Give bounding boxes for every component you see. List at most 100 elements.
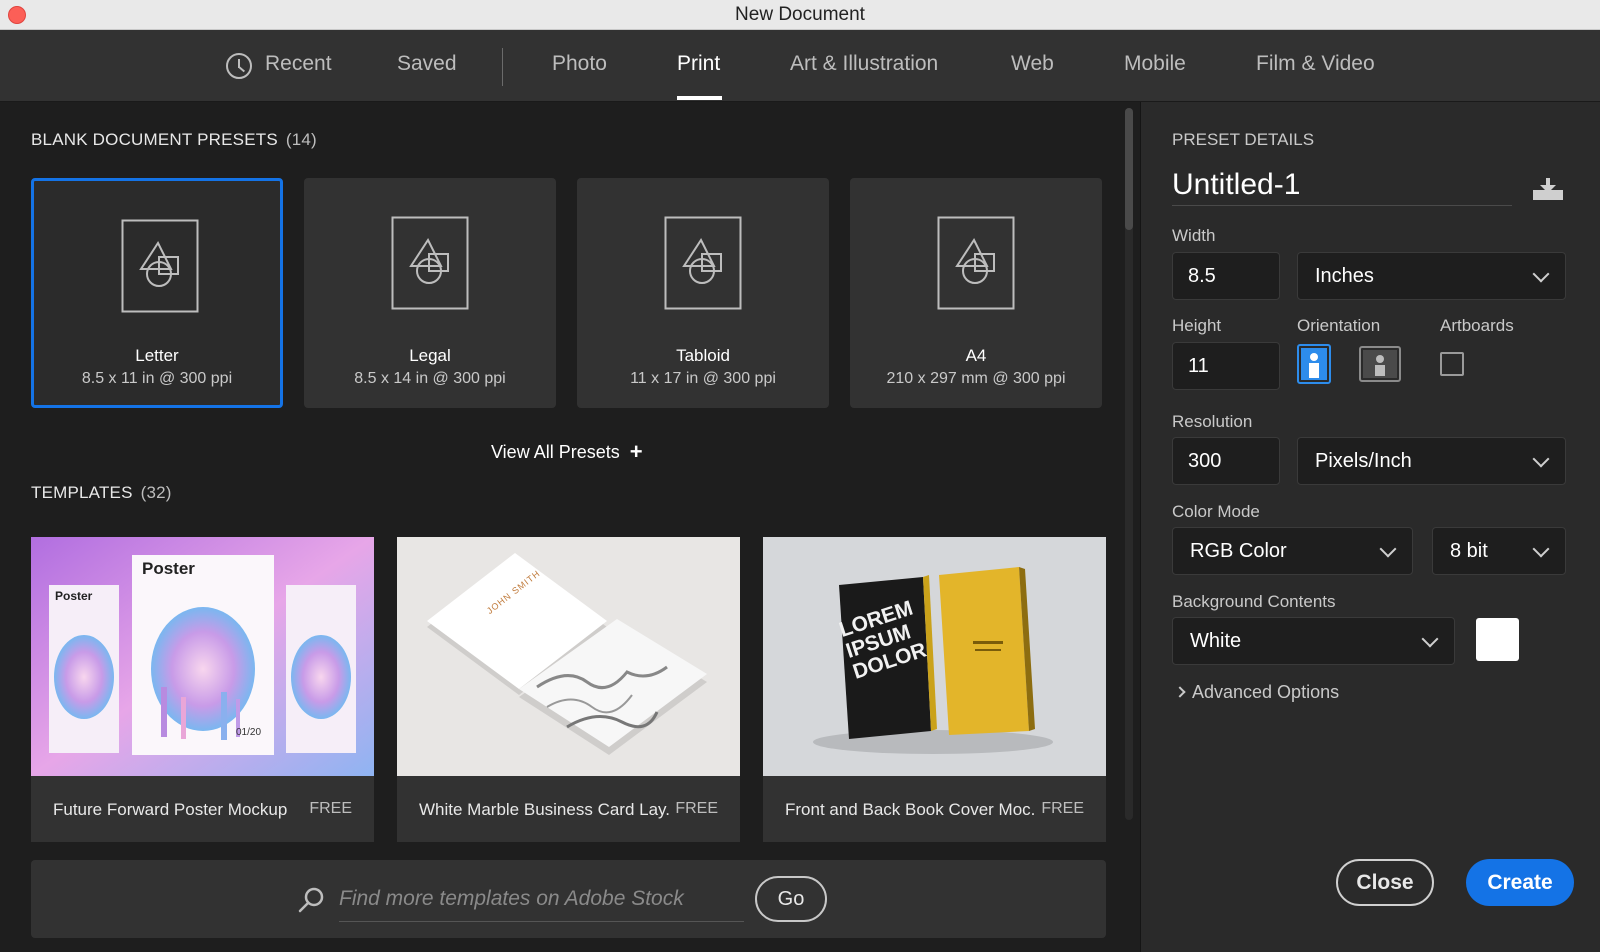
template-thumbnail: JOHN SMITH: [397, 537, 740, 776]
preset-size: 8.5 x 11 in @ 300 ppi: [81, 370, 233, 387]
document-icon: [937, 216, 1015, 310]
background-color-swatch[interactable]: [1476, 618, 1519, 661]
document-icon: [121, 219, 199, 313]
search-icon: [298, 887, 324, 913]
landscape-icon: [1363, 350, 1397, 378]
chevron-down-icon: [1532, 265, 1550, 283]
template-badge: FREE: [309, 800, 352, 817]
plus-icon: +: [629, 439, 643, 464]
preset-name: Legal: [409, 346, 451, 365]
preset-a4[interactable]: A4 210 x 297 mm @ 300 ppi: [850, 178, 1102, 408]
tab-art-illustration[interactable]: Art & Illustration: [790, 52, 938, 76]
tab-mobile[interactable]: Mobile: [1124, 52, 1186, 76]
preset-size: 210 x 297 mm @ 300 ppi: [886, 370, 1066, 387]
portrait-icon: [1301, 348, 1327, 380]
tab-saved[interactable]: Saved: [397, 52, 457, 76]
title-bar: New Document: [0, 0, 1600, 30]
preset-name: Letter: [135, 346, 179, 365]
presets-title: BLANK DOCUMENT PRESETS: [31, 130, 278, 149]
tab-photo[interactable]: Photo: [552, 52, 607, 76]
stock-search-bar: Go: [31, 860, 1106, 938]
height-label: Height: [1172, 316, 1222, 335]
preset-size: 11 x 17 in @ 300 ppi: [630, 370, 776, 387]
chevron-down-icon: [1532, 540, 1550, 558]
presets-count: (14): [285, 130, 317, 149]
color-mode-select[interactable]: RGB Color: [1172, 527, 1413, 575]
preset-size: 8.5 x 14 in @ 300 ppi: [354, 370, 506, 387]
preset-letter[interactable]: Letter 8.5 x 11 in @ 300 ppi: [31, 178, 283, 408]
tab-divider: [502, 48, 503, 86]
document-name-input[interactable]: [1172, 164, 1512, 206]
presets-scrollbar[interactable]: [1125, 108, 1133, 820]
width-unit-select[interactable]: Inches: [1297, 252, 1566, 300]
templates-title: TEMPLATES: [31, 483, 133, 502]
resolution-unit-value: Pixels/Inch: [1315, 450, 1412, 472]
template-card-book[interactable]: LOREM IPSUM DOLOR Front and Back Book Co…: [763, 537, 1106, 842]
tab-recent[interactable]: Recent: [265, 52, 332, 76]
background-contents-select[interactable]: White: [1172, 617, 1455, 665]
window-title: New Document: [735, 4, 865, 25]
width-label: Width: [1172, 226, 1216, 245]
template-badge: FREE: [1041, 800, 1084, 817]
presets-heading: BLANK DOCUMENT PRESETS (14): [31, 130, 317, 150]
resolution-label: Resolution: [1172, 412, 1253, 431]
thumb-poster-label-small: Poster: [55, 589, 93, 603]
template-badge: FREE: [675, 800, 718, 817]
preset-details-title: PRESET DETAILS: [1172, 130, 1315, 149]
clock-icon[interactable]: [226, 53, 252, 79]
template-name: Future Forward Poster Mockup: [53, 800, 288, 819]
close-button[interactable]: Close: [1336, 859, 1434, 906]
template-thumbnail: Poster Poster 01/20: [31, 537, 374, 776]
go-button[interactable]: Go: [755, 876, 827, 922]
preset-legal[interactable]: Legal 8.5 x 14 in @ 300 ppi: [304, 178, 556, 408]
color-mode-value: RGB Color: [1190, 540, 1287, 562]
templates-count: (32): [140, 483, 172, 502]
stock-search-input[interactable]: [339, 876, 744, 922]
category-tab-bar: Recent Saved Photo Print Art & Illustrat…: [0, 30, 1600, 102]
background-contents-label: Background Contents: [1172, 592, 1336, 611]
landscape-orientation-button[interactable]: [1359, 346, 1401, 382]
template-name: White Marble Business Card Lay...: [419, 800, 669, 819]
preset-name: A4: [965, 346, 987, 365]
artboards-label: Artboards: [1440, 316, 1514, 335]
view-all-label: View All Presets: [491, 442, 620, 462]
templates-heading: TEMPLATES (32): [31, 483, 172, 503]
thumb-poster-date: 01/20: [236, 727, 262, 738]
create-button[interactable]: Create: [1466, 859, 1574, 906]
active-tab-indicator: [677, 96, 722, 100]
tab-print[interactable]: Print: [677, 52, 720, 76]
tab-web[interactable]: Web: [1011, 52, 1054, 76]
view-all-presets-link[interactable]: View All Presets +: [491, 439, 643, 465]
preset-details-panel: PRESET DETAILS Width 8.5 Inches Height O…: [1140, 102, 1600, 952]
presets-panel: BLANK DOCUMENT PRESETS (14) Letter 8.5 x …: [0, 102, 1140, 952]
advanced-options-label: Advanced Options: [1192, 682, 1340, 702]
preset-name: Tabloid: [676, 346, 730, 365]
tab-film-video[interactable]: Film & Video: [1256, 52, 1375, 76]
width-unit-value: Inches: [1315, 265, 1374, 287]
height-input[interactable]: 11: [1172, 342, 1280, 390]
chevron-down-icon: [1532, 450, 1550, 468]
chevron-right-icon: [1174, 686, 1186, 698]
preset-tabloid[interactable]: Tabloid 11 x 17 in @ 300 ppi: [577, 178, 829, 408]
template-card-poster[interactable]: Poster Poster 01/20 Future Forward Poste…: [31, 537, 374, 842]
portrait-orientation-button[interactable]: [1297, 344, 1331, 384]
color-mode-label: Color Mode: [1172, 502, 1260, 521]
resolution-unit-select[interactable]: Pixels/Inch: [1297, 437, 1566, 485]
advanced-options-toggle[interactable]: Advanced Options: [1174, 682, 1340, 703]
template-card-business[interactable]: JOHN SMITH White Marble Business Card La…: [397, 537, 740, 842]
template-thumbnail: LOREM IPSUM DOLOR: [763, 537, 1106, 776]
bit-depth-select[interactable]: 8 bit: [1432, 527, 1566, 575]
chevron-down-icon: [1379, 540, 1397, 558]
resolution-input[interactable]: 300: [1172, 437, 1280, 485]
artboards-checkbox[interactable]: [1440, 352, 1464, 376]
save-preset-icon[interactable]: [1531, 176, 1565, 202]
thumb-poster-label: Poster: [142, 559, 195, 578]
template-name: Front and Back Book Cover Moc...: [785, 800, 1035, 819]
chevron-down-icon: [1421, 630, 1439, 648]
document-icon: [664, 216, 742, 310]
orientation-label: Orientation: [1297, 316, 1381, 335]
background-contents-value: White: [1190, 630, 1242, 652]
width-input[interactable]: 8.5: [1172, 252, 1280, 300]
scrollbar-thumb[interactable]: [1125, 108, 1133, 230]
bit-depth-value: 8 bit: [1450, 540, 1488, 562]
